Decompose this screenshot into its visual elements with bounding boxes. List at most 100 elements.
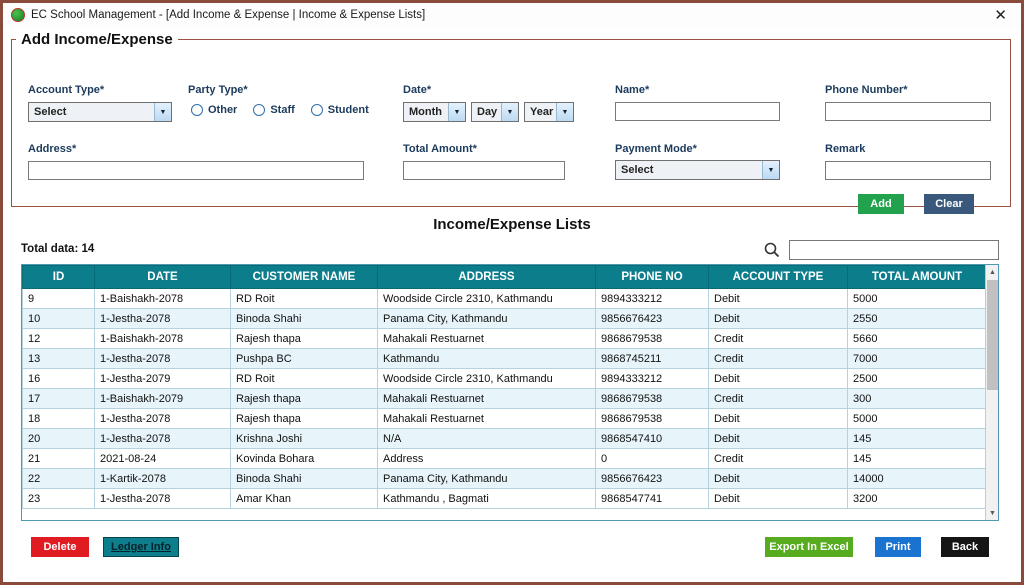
scrollbar-down-icon[interactable]: ▼ [986, 506, 998, 520]
table-cell[interactable]: 300 [847, 388, 987, 409]
column-header-id[interactable]: ID [22, 265, 95, 289]
payment-mode-dropdown[interactable]: Select ▼ [615, 160, 780, 180]
table-cell[interactable]: Mahakali Restuarnet [377, 408, 596, 429]
table-row[interactable]: 20 1-Jestha-2078 Krishna Joshi N/A 986854741… [22, 428, 987, 449]
table-row[interactable]: 12 1-Baishakh-2078 Rajesh thapa Mahakali Re… [22, 328, 987, 349]
export-excel-button[interactable]: Export In Excel [765, 537, 853, 557]
table-cell[interactable]: Woodside Circle 2310, Kathmandu [377, 368, 596, 389]
table-row[interactable]: 18 1-Jestha-2078 Rajesh thapa Mahakali Rest… [22, 408, 987, 429]
table-cell[interactable]: 23 [22, 488, 95, 509]
table-cell[interactable]: 1-Baishakh-2078 [94, 288, 231, 309]
table-cell[interactable]: 17 [22, 388, 95, 409]
radio-staff[interactable]: Staff [253, 104, 295, 116]
table-row[interactable]: 16 1-Jestha-2079 RD Roit Woodside Circle 23… [22, 368, 987, 389]
table-row[interactable]: 10 1-Jestha-2078 Binoda Shahi Panama City, … [22, 308, 987, 329]
scrollbar-up-icon[interactable]: ▲ [986, 265, 998, 279]
table-cell[interactable]: 20 [22, 428, 95, 449]
table-cell[interactable]: 1-Jestha-2078 [94, 408, 231, 429]
table-cell[interactable]: Debit [708, 408, 848, 429]
table-cell[interactable]: 9868679538 [595, 388, 709, 409]
table-cell[interactable]: Credit [708, 448, 848, 469]
table-cell[interactable]: 14000 [847, 468, 987, 489]
search-input[interactable] [789, 240, 999, 260]
table-cell[interactable]: 0 [595, 448, 709, 469]
table-cell[interactable]: 18 [22, 408, 95, 429]
table-cell[interactable]: Debit [708, 368, 848, 389]
table-cell[interactable]: 1-Jestha-2078 [94, 348, 231, 369]
table-cell[interactable]: Binoda Shahi [230, 308, 378, 329]
table-cell[interactable]: Mahakali Restuarnet [377, 388, 596, 409]
date-day-dropdown[interactable]: Day ▼ [471, 102, 519, 122]
table-cell[interactable]: Rajesh thapa [230, 328, 378, 349]
table-cell[interactable]: Debit [708, 468, 848, 489]
table-cell[interactable]: 9856676423 [595, 308, 709, 329]
table-cell[interactable]: Debit [708, 428, 848, 449]
table-row[interactable]: 13 1-Jestha-2078 Pushpa BC Kathmandu 9868745… [22, 348, 987, 369]
table-row[interactable]: 9 1-Baishakh-2078 RD Roit Woodside Circle 2… [22, 288, 987, 309]
ledger-info-button[interactable]: Ledger Info [103, 537, 179, 557]
date-year-dropdown[interactable]: Year ▼ [524, 102, 574, 122]
table-cell[interactable]: 3200 [847, 488, 987, 509]
clear-button[interactable]: Clear [924, 194, 974, 214]
table-cell[interactable]: 5000 [847, 408, 987, 429]
table-cell[interactable]: 9856676423 [595, 468, 709, 489]
remark-input[interactable] [825, 161, 991, 180]
table-row[interactable]: 23 1-Jestha-2078 Amar Khan Kathmandu , Bagm… [22, 488, 987, 509]
table-cell[interactable]: 1-Kartik-2078 [94, 468, 231, 489]
table-cell[interactable]: Debit [708, 308, 848, 329]
table-cell[interactable]: Binoda Shahi [230, 468, 378, 489]
phone-number-input[interactable] [825, 102, 991, 121]
table-cell[interactable]: 1-Baishakh-2078 [94, 328, 231, 349]
table-cell[interactable]: 145 [847, 448, 987, 469]
back-button[interactable]: Back [941, 537, 989, 557]
column-header-total-amount[interactable]: TOTAL AMOUNT [847, 265, 987, 289]
table-cell[interactable]: 9868547741 [595, 488, 709, 509]
table-cell[interactable]: 5000 [847, 288, 987, 309]
table-cell[interactable]: RD Roit [230, 368, 378, 389]
column-header-date[interactable]: DATE [94, 265, 231, 289]
table-cell[interactable]: 12 [22, 328, 95, 349]
table-cell[interactable]: 9868679538 [595, 328, 709, 349]
table-cell[interactable]: N/A [377, 428, 596, 449]
table-cell[interactable]: 13 [22, 348, 95, 369]
table-cell[interactable]: Panama City, Kathmandu [377, 468, 596, 489]
print-button[interactable]: Print [875, 537, 921, 557]
table-cell[interactable]: 5660 [847, 328, 987, 349]
vertical-scrollbar[interactable]: ▲ ▼ [985, 265, 998, 520]
table-cell[interactable]: Woodside Circle 2310, Kathmandu [377, 288, 596, 309]
table-cell[interactable]: Credit [708, 388, 848, 409]
table-cell[interactable]: Debit [708, 488, 848, 509]
name-input[interactable] [615, 102, 780, 121]
total-amount-input[interactable] [403, 161, 565, 180]
table-cell[interactable]: Address [377, 448, 596, 469]
table-cell[interactable]: Amar Khan [230, 488, 378, 509]
add-button[interactable]: Add [858, 194, 904, 214]
account-type-dropdown[interactable]: Select ▼ [28, 102, 172, 122]
radio-other[interactable]: Other [191, 104, 237, 116]
table-cell[interactable]: Kathmandu [377, 348, 596, 369]
table-cell[interactable]: 9868745211 [595, 348, 709, 369]
table-cell[interactable]: 2500 [847, 368, 987, 389]
table-cell[interactable]: Panama City, Kathmandu [377, 308, 596, 329]
table-cell[interactable]: 1-Jestha-2078 [94, 428, 231, 449]
table-cell[interactable]: Rajesh thapa [230, 388, 378, 409]
table-cell[interactable]: 1-Jestha-2078 [94, 488, 231, 509]
table-cell[interactable]: 9894333212 [595, 288, 709, 309]
table-cell[interactable]: Kovinda Bohara [230, 448, 378, 469]
table-cell[interactable]: 145 [847, 428, 987, 449]
table-cell[interactable]: Debit [708, 288, 848, 309]
table-cell[interactable]: 21 [22, 448, 95, 469]
column-header-phone-no[interactable]: PHONE NO [595, 265, 709, 289]
column-header-address[interactable]: ADDRESS [377, 265, 596, 289]
table-cell[interactable]: Pushpa BC [230, 348, 378, 369]
table-cell[interactable]: Rajesh thapa [230, 408, 378, 429]
table-cell[interactable]: 1-Baishakh-2079 [94, 388, 231, 409]
address-input[interactable] [28, 161, 364, 180]
table-cell[interactable]: Krishna Joshi [230, 428, 378, 449]
table-cell[interactable]: Kathmandu , Bagmati [377, 488, 596, 509]
table-row[interactable]: 21 2021-08-24 Kovinda Bohara Address 0 Credit… [22, 448, 987, 469]
table-row[interactable]: 22 1-Kartik-2078 Binoda Shahi Panama City, … [22, 468, 987, 489]
close-icon[interactable]: ✕ [990, 6, 1011, 25]
scrollbar-thumb[interactable] [987, 280, 998, 390]
date-month-dropdown[interactable]: Month ▼ [403, 102, 466, 122]
